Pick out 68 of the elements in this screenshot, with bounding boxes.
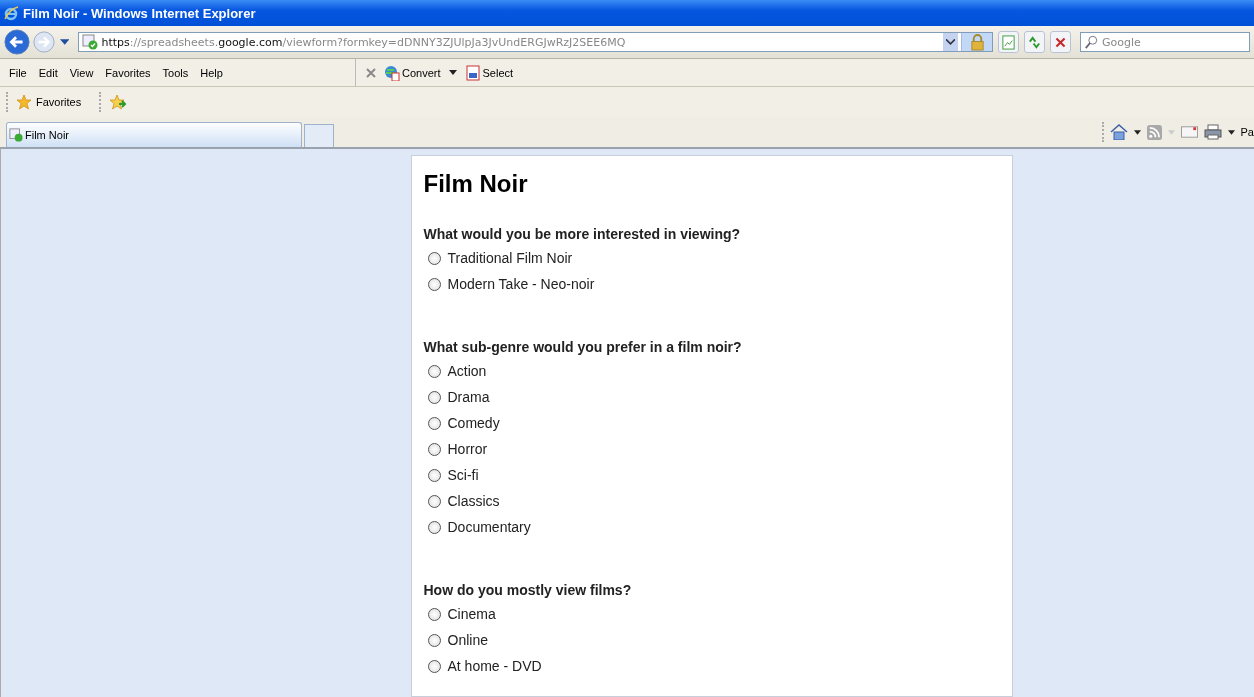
radio-button[interactable] [427, 607, 441, 621]
option-label[interactable]: Documentary [447, 519, 531, 535]
question-text: What sub-genre would you prefer in a film noir? [423, 339, 743, 355]
option-label[interactable]: Classics [447, 493, 500, 509]
radio-button[interactable] [427, 416, 441, 430]
favorites-button[interactable]: Favorites [16, 94, 92, 110]
option-label[interactable]: Cinema [447, 606, 496, 622]
printer-icon[interactable] [1203, 124, 1222, 140]
radio-button[interactable] [427, 659, 441, 673]
close-icon[interactable] [366, 67, 376, 78]
url-text: https://spreadsheets.google.com/viewform?formkey=dDNNY3ZJUlpJa3JvUndERGJwRzJ2SEE6MQ [101, 35, 626, 49]
dropdown-arrow-icon[interactable] [60, 39, 70, 45]
page-menu-button[interactable]: Pa [1240, 126, 1254, 138]
menu-item[interactable]: Help [194, 66, 229, 79]
dropdown-arrow-icon[interactable] [1227, 129, 1235, 135]
browser-tab[interactable]: Film Noir [6, 122, 302, 147]
option-label[interactable]: Action [447, 363, 487, 379]
form-title: Film Noir [423, 170, 529, 198]
globe-document-icon [384, 64, 400, 81]
dropdown-arrow-icon[interactable] [1133, 129, 1141, 135]
option-label[interactable]: Sci-fi [447, 467, 479, 483]
radio-button[interactable] [427, 442, 441, 456]
add-favorite-icon[interactable] [109, 94, 128, 110]
menu-item[interactable]: Favorites [99, 66, 157, 79]
option-label[interactable]: Online [447, 632, 488, 648]
page-icon [9, 128, 23, 142]
radio-button[interactable] [427, 633, 441, 647]
refresh-icon [1027, 34, 1043, 50]
radio-button[interactable] [427, 277, 441, 291]
question-text: How do you mostly view films? [423, 582, 633, 598]
close-icon [1054, 35, 1068, 49]
menu-item[interactable]: Edit [32, 66, 64, 79]
window-title: Film Noir - Windows Internet Explorer [23, 5, 256, 21]
radio-button[interactable] [427, 364, 441, 378]
mail-icon[interactable] [1180, 126, 1198, 138]
page-chart-icon [1001, 34, 1017, 50]
option-label[interactable]: Comedy [447, 415, 500, 431]
radio-button[interactable] [427, 468, 441, 482]
option-label[interactable]: Modern Take - Neo-noir [447, 276, 595, 292]
address-field[interactable]: https://spreadsheets.google.com/viewform?formkey=dDNNY3ZJUlpJa3JvUndERGJwRzJ2SEE6MQ [78, 32, 994, 52]
search-field[interactable]: Google [1080, 32, 1250, 52]
radio-button[interactable] [427, 494, 441, 508]
radio-button[interactable] [427, 251, 441, 265]
option-label[interactable]: At home - DVD [447, 658, 542, 674]
search-icon [1084, 35, 1098, 49]
stop-button[interactable] [1050, 31, 1071, 53]
refresh-button[interactable] [1024, 31, 1046, 53]
radio-button[interactable] [427, 520, 441, 534]
browser-logo-icon [3, 5, 19, 21]
home-icon[interactable] [1109, 124, 1128, 140]
menu-item[interactable]: File [3, 66, 33, 79]
document-icon [464, 64, 481, 81]
select-button[interactable]: Select [464, 64, 514, 81]
dropdown-arrow-icon[interactable] [448, 70, 457, 75]
question-text: What would you be more interested in viewing? [423, 226, 742, 242]
lock-icon [969, 33, 985, 51]
menu-item[interactable]: View [63, 66, 100, 79]
address-dropdown-button[interactable] [943, 33, 959, 51]
page-icon [82, 34, 99, 50]
chevron-down-icon [946, 39, 956, 45]
back-button[interactable] [4, 29, 30, 55]
convert-button[interactable]: Convert [384, 64, 441, 81]
radio-button[interactable] [427, 390, 441, 404]
option-label[interactable]: Horror [447, 441, 488, 457]
option-label[interactable]: Drama [447, 389, 490, 405]
star-icon [16, 94, 32, 110]
menu-item[interactable]: Tools [156, 66, 195, 79]
option-label[interactable]: Traditional Film Noir [447, 250, 573, 266]
